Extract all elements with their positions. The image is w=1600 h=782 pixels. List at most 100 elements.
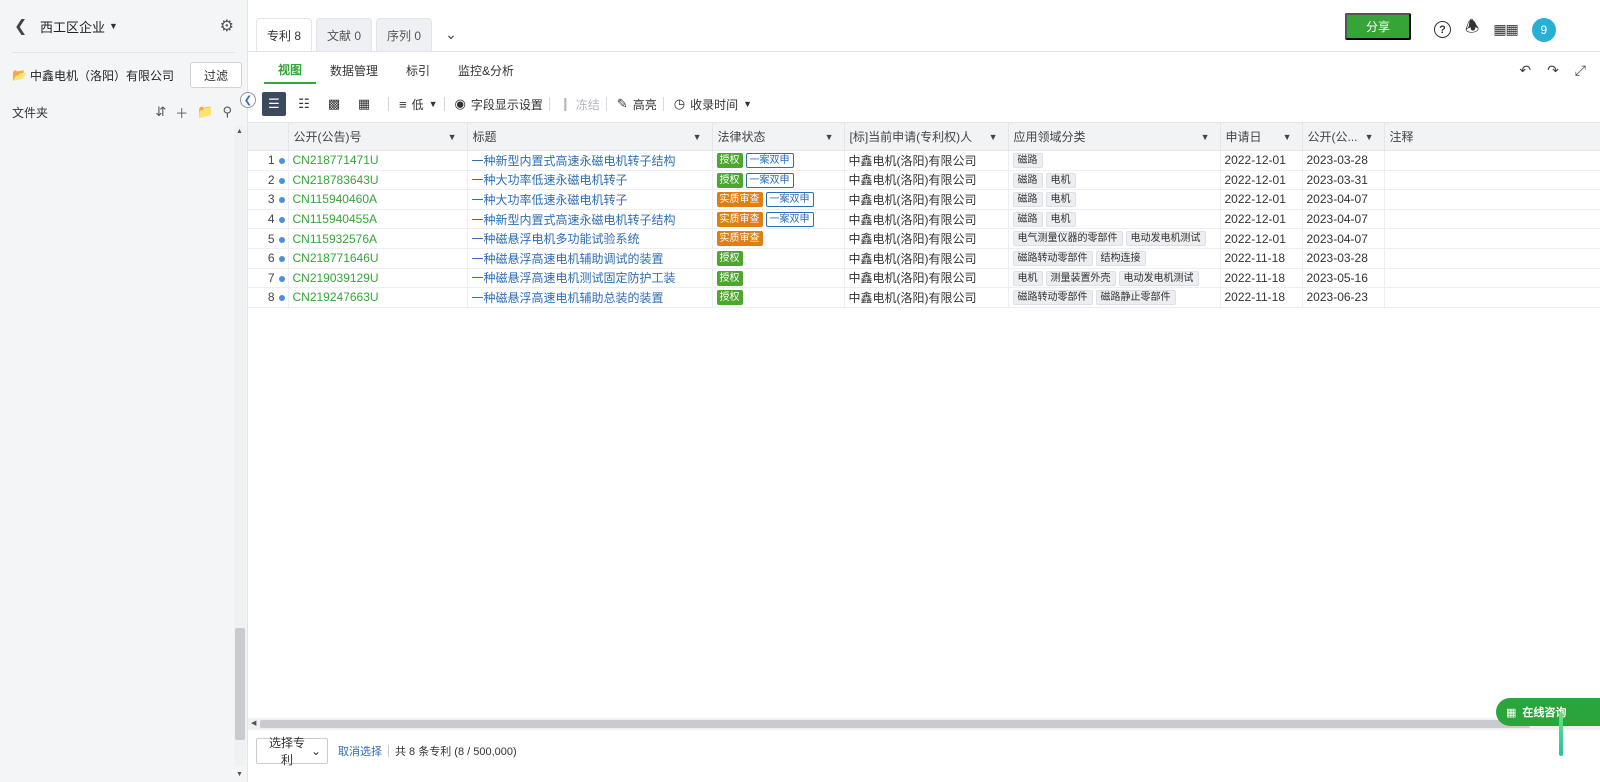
column-header[interactable]: 标题 ▼ [467, 122, 713, 151]
publication-number-cell[interactable]: CN218771471U [288, 150, 468, 171]
row-number[interactable]: 3 [248, 189, 289, 210]
row-number[interactable]: 1 [248, 150, 289, 171]
legal-status-badge[interactable]: 实质审查 [716, 211, 763, 227]
chevron-down-icon[interactable]: ⌄ [436, 18, 466, 51]
tab-literature[interactable]: 文献 0 [316, 18, 373, 51]
publication-number-cell[interactable]: CN219247663U [288, 287, 468, 308]
list-view-icon[interactable]: ☰ [262, 92, 286, 116]
bell-icon[interactable]: 🕭 [1465, 16, 1479, 43]
title-cell[interactable]: 一种磁悬浮高速电机辅助调试的装置 [467, 248, 713, 269]
row-number[interactable]: 4 [248, 209, 289, 230]
patent-title-link[interactable]: 一种磁悬浮高速电机辅助总装的装置 [472, 291, 664, 305]
publication-number-cell[interactable]: CN218783643U [288, 170, 468, 191]
row-number[interactable]: 7 [248, 268, 289, 289]
apps-grid-icon[interactable]: ▦▦ [1493, 21, 1518, 38]
table-row[interactable]: 6 CN218771646U 一种磁悬浮高速电机辅助调试的装置 授权 中鑫电机(洛阳)有… [248, 248, 1600, 269]
caret-down-icon[interactable]: ▼ [825, 132, 834, 142]
select-patents-dropdown[interactable]: 选择专利 ⌄ [256, 736, 328, 767]
online-consult-button[interactable]: ▦ 在线咨询 [1496, 698, 1600, 726]
freeze-button[interactable]: ❙ 冻结 [560, 96, 600, 113]
field-tag[interactable]: 电机 [1045, 172, 1076, 188]
subnav-indexing[interactable]: 标引 [392, 56, 444, 84]
subnav-view[interactable]: 视图 [264, 56, 317, 84]
column-header[interactable]: 应用领域分类 ▼ [1008, 122, 1221, 151]
patent-title-link[interactable]: 一种大功率低速永磁电机转子 [472, 173, 628, 187]
folder-settings-icon[interactable]: 📁 [197, 104, 213, 120]
legal-status-badge[interactable]: 一案双申 [745, 172, 794, 188]
field-tag[interactable]: 电机 [1045, 211, 1076, 227]
sort-dropdown[interactable]: ◷ 收录时间 ▼ [674, 96, 752, 113]
caret-down-icon[interactable]: ▼ [1365, 132, 1374, 142]
caret-down-icon[interactable]: ▼ [989, 132, 998, 142]
column-header[interactable]: 注释 [1384, 122, 1600, 151]
collapse-sidebar-icon[interactable]: ❮ [240, 92, 256, 108]
field-tag[interactable]: 测量装置外壳 [1045, 270, 1116, 286]
company-name[interactable]: 中鑫电机（洛阳）有限公司 [30, 67, 174, 84]
detail-view-icon[interactable]: ☷ [292, 92, 316, 116]
publication-number-cell[interactable]: CN115932576A [288, 228, 468, 249]
publication-number-link[interactable]: CN218771471U [293, 153, 379, 167]
notes-cell[interactable] [1384, 209, 1600, 230]
share-button[interactable]: 分享 [1345, 13, 1411, 40]
field-tag[interactable]: 电机 [1045, 192, 1076, 208]
field-tag[interactable]: 磁路转动零部件 [1012, 290, 1093, 306]
row-number[interactable]: 8 [248, 287, 289, 308]
title-cell[interactable]: 一种新型内置式高速永磁电机转子结构 [467, 209, 713, 230]
legal-status-badge[interactable]: 授权 [716, 152, 743, 168]
legal-status-badge[interactable]: 一案双申 [765, 211, 814, 227]
column-header[interactable]: 公开(公告)号 ▼ [288, 122, 468, 151]
density-dropdown[interactable]: ≡ 低 ▼ [399, 96, 438, 113]
publication-number-cell[interactable]: CN219039129U [288, 268, 468, 289]
legal-status-badge[interactable]: 授权 [716, 270, 743, 286]
field-tag[interactable]: 结构连接 [1095, 250, 1146, 266]
subnav-data-management[interactable]: 数据管理 [316, 56, 392, 84]
column-header[interactable]: 法律状态 ▼ [712, 122, 845, 151]
field-tag[interactable]: 电动发电机测试 [1118, 270, 1199, 286]
field-tag[interactable]: 磁路 [1012, 152, 1043, 168]
publication-number-link[interactable]: CN115932576A [293, 232, 378, 246]
tab-sequence[interactable]: 序列 0 [376, 18, 433, 51]
column-header[interactable]: 申请日 ▼ [1220, 122, 1303, 151]
table-row[interactable]: 5 CN115932576A 一种磁悬浮电机多功能试验系统 实质审查 中鑫电机(洛阳)有… [248, 228, 1600, 249]
table-row[interactable]: 7 CN219039129U 一种磁悬浮高速电机测试固定防护工装 授权 中鑫电机(洛阳)… [248, 268, 1600, 289]
highlight-button[interactable]: ✎ 高亮 [617, 96, 657, 113]
title-cell[interactable]: 一种磁悬浮高速电机辅助总装的装置 [467, 287, 713, 308]
patent-title-link[interactable]: 一种磁悬浮高速电机辅助调试的装置 [472, 252, 664, 266]
patent-title-link[interactable]: 一种磁悬浮高速电机测试固定防护工装 [472, 271, 676, 285]
table-row[interactable]: 2 CN218783643U 一种大功率低速永磁电机转子 授权 一案双申 中鑫电机(洛阳)… [248, 170, 1600, 191]
scroll-left-icon[interactable]: ◀ [251, 718, 256, 730]
search-icon[interactable]: ⚲ [222, 104, 232, 120]
field-tag[interactable]: 电气测量仪器的零部件 [1012, 231, 1123, 247]
notes-cell[interactable] [1384, 150, 1600, 171]
table-row[interactable]: 1 CN218771471U 一种新型内置式高速永磁电机转子结构 授权 一案双申 中鑫电机… [248, 150, 1600, 171]
table-scroll-thumb[interactable] [260, 720, 1530, 728]
sidebar-scroll-thumb[interactable] [235, 628, 245, 740]
field-tag[interactable]: 磁路转动零部件 [1012, 250, 1093, 266]
title-cell[interactable]: 一种新型内置式高速永磁电机转子结构 [467, 150, 713, 171]
patent-title-link[interactable]: 一种磁悬浮电机多功能试验系统 [472, 232, 640, 246]
field-tag[interactable]: 磁路 [1012, 172, 1043, 188]
fullscreen-icon[interactable]: ⤢ [1575, 62, 1586, 79]
publication-number-cell[interactable]: CN115940460A [288, 189, 468, 210]
field-display-settings-button[interactable]: ◉ 字段显示设置 [455, 96, 543, 113]
notes-cell[interactable] [1384, 287, 1600, 308]
table-row[interactable]: 4 CN115940455A 一种新型内置式高速永磁电机转子结构 实质审查 一案双申 中鑫… [248, 209, 1600, 230]
legal-status-badge[interactable]: 实质审查 [716, 231, 763, 247]
workspace-title[interactable]: 西工区企业 [40, 17, 105, 36]
field-tag[interactable]: 磁路 [1012, 192, 1043, 208]
patent-title-link[interactable]: 一种新型内置式高速永磁电机转子结构 [472, 154, 676, 168]
sidebar-scrollbar[interactable]: ▲ ▼ [234, 126, 246, 778]
publication-number-link[interactable]: CN115940455A [293, 212, 378, 226]
notes-cell[interactable] [1384, 228, 1600, 249]
filter-button[interactable]: 过滤 [190, 62, 242, 88]
title-cell[interactable]: 一种大功率低速永磁电机转子 [467, 170, 713, 191]
column-header[interactable]: 公开(公... ▼ [1302, 122, 1385, 151]
tab-patent[interactable]: 专利 8 [256, 18, 313, 52]
field-tag[interactable]: 电机 [1012, 270, 1043, 286]
legal-status-badge[interactable]: 一案双申 [745, 152, 794, 168]
caret-down-icon[interactable]: ▼ [1283, 132, 1292, 142]
help-icon[interactable]: ? [1434, 21, 1451, 38]
notes-cell[interactable] [1384, 170, 1600, 191]
title-cell[interactable]: 一种磁悬浮电机多功能试验系统 [467, 228, 713, 249]
avatar[interactable]: 9 [1531, 17, 1556, 42]
